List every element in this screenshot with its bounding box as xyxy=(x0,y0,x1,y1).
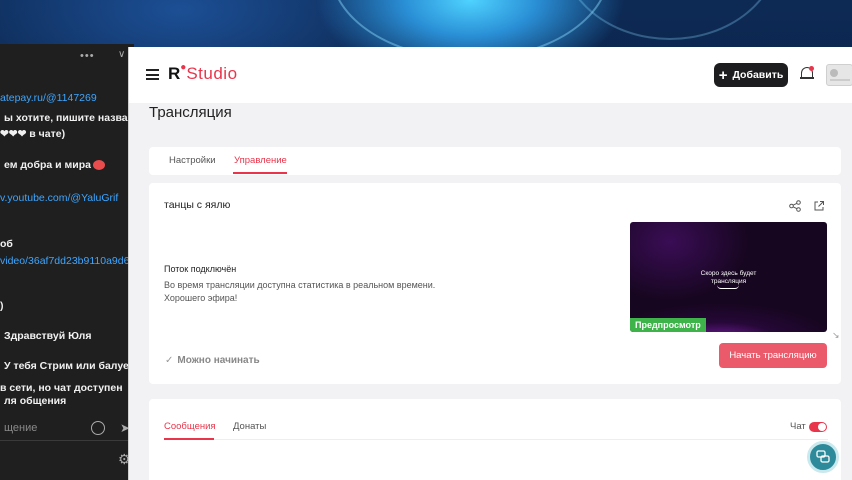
chat-message: ем добра и мира xyxy=(4,159,105,171)
preview-placeholder-text: Скоро здесь будет трансляция xyxy=(700,270,757,285)
check-icon: ✓ xyxy=(165,355,174,366)
support-chat-button[interactable] xyxy=(807,441,839,473)
chat-message-input[interactable]: щение xyxy=(4,422,37,434)
avatar[interactable] xyxy=(826,64,852,86)
stream-status-title: Поток подключён xyxy=(164,264,237,274)
chat-message: в сети, но чат доступен xyxy=(0,382,123,394)
tab-messages[interactable]: Сообщения xyxy=(164,421,216,432)
more-options-icon[interactable]: ••• xyxy=(80,50,95,62)
stream-preview[interactable]: Скоро здесь будет трансляция Предпросмот… xyxy=(630,222,827,332)
external-link-icon[interactable] xyxy=(813,200,825,212)
tab-management[interactable]: Управление xyxy=(234,155,287,166)
rstudio-logo[interactable]: R●Studio xyxy=(168,62,238,84)
chat-message: об xyxy=(0,238,13,250)
plus-icon: + xyxy=(718,66,728,84)
chat-message: Здравствуй Юля xyxy=(4,330,92,342)
chat-toggle-label: Чат xyxy=(790,421,806,432)
stream-name: танцы с яялю xyxy=(164,199,231,211)
menu-icon[interactable] xyxy=(146,69,159,80)
chat-message[interactable]: atepay.ru/@1147269 xyxy=(0,92,97,104)
ready-status: ✓ Можно начинать xyxy=(165,355,260,366)
divider xyxy=(164,439,828,440)
studio-window: R●Studio + Добавить Трансляция Настройки… xyxy=(128,47,852,480)
chat-message: ля общения xyxy=(4,395,67,407)
bell-icon[interactable] xyxy=(800,66,814,82)
chat-message: ы хотите, пишите название xyxy=(4,112,134,124)
chevron-down-icon[interactable]: ∨ xyxy=(118,49,125,60)
chat-toggle[interactable] xyxy=(809,422,827,432)
heart-face-emoji-icon xyxy=(92,160,105,171)
chat-message: У тебя Стрим или балуеш xyxy=(4,360,134,372)
tab-settings[interactable]: Настройки xyxy=(169,155,216,166)
chat-message: ) xyxy=(0,300,4,312)
chat-message[interactable]: video/36af7dd23b9110a9d6 xyxy=(0,255,129,267)
chat-message: ❤❤❤ в чате) xyxy=(0,128,66,140)
stream-card: танцы с яялю Поток подключён Во время тр… xyxy=(149,183,841,384)
tab-donations[interactable]: Донаты xyxy=(233,421,266,432)
chat-bubble-icon xyxy=(816,450,830,463)
active-tab-indicator xyxy=(233,172,287,174)
top-bar: R●Studio + Добавить xyxy=(129,47,852,103)
add-button[interactable]: + Добавить xyxy=(714,63,788,87)
preview-badge: Предпросмотр xyxy=(630,318,706,332)
active-tab-indicator xyxy=(164,438,214,440)
tab-bar: Настройки Управление xyxy=(149,147,841,175)
emoji-icon[interactable] xyxy=(91,421,105,435)
chat-message[interactable]: v.youtube.com/@YaluGrif xyxy=(0,192,118,204)
start-stream-button[interactable]: Начать трансляцию xyxy=(719,343,827,368)
share-icon[interactable] xyxy=(789,200,801,212)
smile-arrow-icon xyxy=(717,285,739,289)
page-title: Трансляция xyxy=(149,104,232,121)
stream-status-text: Во время трансляции доступна статистика … xyxy=(164,280,436,303)
live-chat-panel: ••• ∨ atepay.ru/@1147269 ы хотите, пишит… xyxy=(0,44,134,480)
chat-header: ••• ∨ xyxy=(0,44,134,66)
divider xyxy=(0,440,134,441)
messages-card: Сообщения Донаты Чат xyxy=(149,399,841,480)
cursor-icon: ↘ xyxy=(832,330,840,340)
